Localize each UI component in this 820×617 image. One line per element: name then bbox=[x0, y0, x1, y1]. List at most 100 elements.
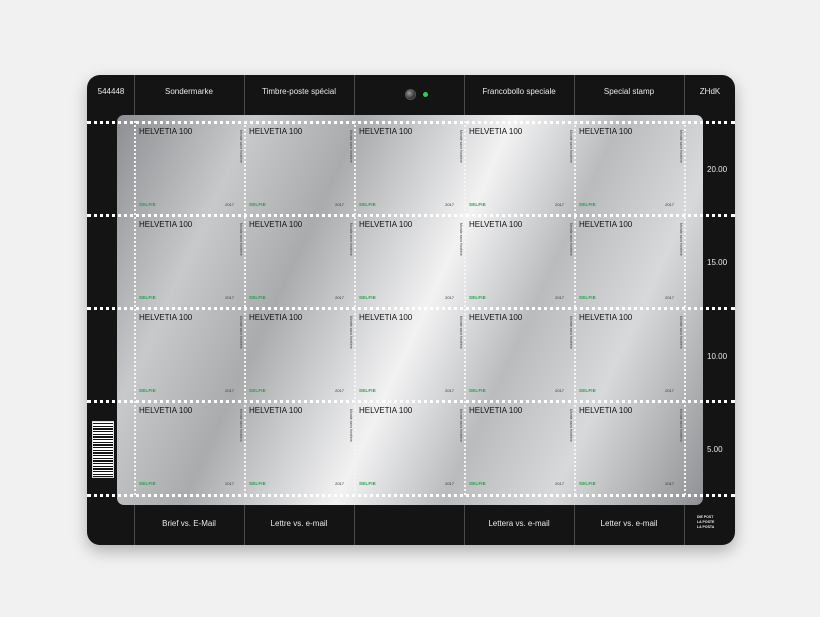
logo-text-it: LA POSTA bbox=[697, 525, 715, 529]
stamp-selfie-label: SELFIE bbox=[139, 481, 156, 486]
stamp-title: HELVETIA 100 bbox=[359, 406, 413, 415]
stamp-year: 2017 bbox=[555, 481, 564, 486]
stamp-title: HELVETIA 100 bbox=[469, 127, 523, 136]
stamp-year: 2017 bbox=[335, 295, 344, 300]
stamp-title: HELVETIA 100 bbox=[359, 127, 413, 136]
stamp-side-text: Monde sans frontière bbox=[349, 223, 353, 256]
stamp-title: HELVETIA 100 bbox=[139, 406, 193, 415]
stamp-side-text: Monde sans frontière bbox=[239, 130, 243, 163]
stamp: HELVETIA 100 Monde sans frontière SELFIE 20… bbox=[465, 215, 574, 307]
stamp-side-text: Monde sans frontière bbox=[459, 316, 463, 349]
stamp-side-text: Monde sans frontière bbox=[569, 223, 573, 256]
stamp-selfie-label: SELFIE bbox=[139, 388, 156, 393]
header-divider bbox=[244, 75, 245, 115]
stamp-year: 2017 bbox=[445, 481, 454, 486]
stamp: HELVETIA 100 Monde sans frontière SELFIE 20… bbox=[245, 308, 354, 400]
stamp-title: HELVETIA 100 bbox=[579, 406, 633, 415]
stamp-year: 2017 bbox=[665, 481, 674, 486]
footer-divider bbox=[244, 505, 245, 545]
stamp-selfie-label: SELFIE bbox=[579, 202, 596, 207]
header-divider bbox=[354, 75, 355, 115]
footer-divider bbox=[574, 505, 575, 545]
stamp: HELVETIA 100 Monde sans frontière SELFIE 20… bbox=[135, 215, 244, 307]
stamp-year: 2017 bbox=[555, 295, 564, 300]
stamp-title: HELVETIA 100 bbox=[249, 127, 303, 136]
stamp-selfie-label: SELFIE bbox=[139, 295, 156, 300]
stamp-selfie-label: SELFIE bbox=[359, 481, 376, 486]
footer-divider bbox=[684, 505, 685, 545]
footer-label-en: Letter vs. e-mail bbox=[600, 519, 658, 528]
stamp-year: 2017 bbox=[225, 388, 234, 393]
stamp: HELVETIA 100 Monde sans frontière SELFIE 20… bbox=[465, 401, 574, 493]
stamp-year: 2017 bbox=[335, 202, 344, 207]
stamp: HELVETIA 100 Monde sans frontière SELFIE 20… bbox=[135, 401, 244, 493]
sheet-serial-number: 544448 bbox=[97, 87, 125, 96]
stamp-year: 2017 bbox=[555, 388, 564, 393]
stamp-year: 2017 bbox=[335, 388, 344, 393]
perforation-row bbox=[87, 494, 735, 497]
stamp-title: HELVETIA 100 bbox=[579, 313, 633, 322]
stamp-side-text: Monde sans frontière bbox=[239, 316, 243, 349]
stamp-year: 2017 bbox=[665, 388, 674, 393]
stamp-selfie-label: SELFIE bbox=[579, 388, 596, 393]
stamp: HELVETIA 100 Monde sans frontière SELFIE 20… bbox=[575, 308, 684, 400]
stamp-side-text: Monde sans frontière bbox=[349, 316, 353, 349]
stamp-side-text: Monde sans frontière bbox=[349, 409, 353, 442]
post-logo: DIE POST LA POSTE LA POSTA bbox=[697, 515, 723, 535]
stamp-title: HELVETIA 100 bbox=[249, 313, 303, 322]
green-led-icon bbox=[423, 92, 428, 97]
stamp-year: 2017 bbox=[445, 295, 454, 300]
stamp-side-text: Monde sans frontière bbox=[459, 223, 463, 256]
stamp-title: HELVETIA 100 bbox=[139, 313, 193, 322]
stamp-side-text: Monde sans frontière bbox=[569, 130, 573, 163]
stamp-side-text: Monde sans frontière bbox=[679, 223, 683, 256]
stamp-title: HELVETIA 100 bbox=[579, 220, 633, 229]
stamp-selfie-label: SELFIE bbox=[249, 481, 266, 486]
header-label-en: Special stamp bbox=[603, 87, 655, 96]
camera-lens-icon bbox=[405, 89, 416, 100]
stamp-year: 2017 bbox=[665, 202, 674, 207]
stamp-side-text: Monde sans frontière bbox=[569, 409, 573, 442]
price-total-row-4: 5.00 bbox=[707, 445, 723, 454]
header-divider bbox=[574, 75, 575, 115]
footer-label-fr: Lettre vs. e-mail bbox=[270, 519, 328, 528]
header-divider bbox=[464, 75, 465, 115]
stamp-year: 2017 bbox=[555, 202, 564, 207]
stamp-title: HELVETIA 100 bbox=[359, 313, 413, 322]
stamp-selfie-label: SELFIE bbox=[469, 388, 486, 393]
stamp-selfie-label: SELFIE bbox=[579, 481, 596, 486]
stamp-side-text: Monde sans frontière bbox=[349, 130, 353, 163]
stamp-selfie-label: SELFIE bbox=[469, 202, 486, 207]
stamp-selfie-label: SELFIE bbox=[469, 481, 486, 486]
stamp-side-text: Monde sans frontière bbox=[459, 409, 463, 442]
price-total-row-1: 20.00 bbox=[707, 165, 728, 174]
stamp-selfie-label: SELFIE bbox=[359, 295, 376, 300]
stamp-year: 2017 bbox=[225, 295, 234, 300]
stamp-year: 2017 bbox=[335, 481, 344, 486]
stamp: HELVETIA 100 Monde sans frontière SELFIE 20… bbox=[465, 308, 574, 400]
stamp: HELVETIA 100 Monde sans frontière SELFIE 20… bbox=[465, 122, 574, 214]
stamp: HELVETIA 100 Monde sans frontière SELFIE 20… bbox=[245, 215, 354, 307]
stamp-title: HELVETIA 100 bbox=[469, 313, 523, 322]
stamp-title: HELVETIA 100 bbox=[359, 220, 413, 229]
stamp: HELVETIA 100 Monde sans frontière SELFIE 20… bbox=[245, 401, 354, 493]
stamp: HELVETIA 100 Monde sans frontière SELFIE 20… bbox=[355, 122, 464, 214]
header-divider bbox=[134, 75, 135, 115]
stamp: HELVETIA 100 Monde sans frontière SELFIE 20… bbox=[355, 401, 464, 493]
stamp: HELVETIA 100 Monde sans frontière SELFIE 20… bbox=[355, 215, 464, 307]
stamp-title: HELVETIA 100 bbox=[579, 127, 633, 136]
barcode-icon bbox=[92, 421, 114, 478]
stamp-selfie-label: SELFIE bbox=[579, 295, 596, 300]
stamp: HELVETIA 100 Monde sans frontière SELFIE 20… bbox=[355, 308, 464, 400]
stamp-selfie-label: SELFIE bbox=[469, 295, 486, 300]
stamp-title: HELVETIA 100 bbox=[249, 406, 303, 415]
stamp-side-text: Monde sans frontière bbox=[679, 316, 683, 349]
stamp-side-text: Monde sans frontière bbox=[459, 130, 463, 163]
stamp-title: HELVETIA 100 bbox=[469, 406, 523, 415]
stamp: HELVETIA 100 Monde sans frontière SELFIE 20… bbox=[575, 122, 684, 214]
stamp-selfie-label: SELFIE bbox=[249, 388, 266, 393]
stamp-selfie-label: SELFIE bbox=[359, 202, 376, 207]
stamp: HELVETIA 100 Monde sans frontière SELFIE 20… bbox=[135, 308, 244, 400]
footer-label-de: Brief vs. E-Mail bbox=[162, 519, 216, 528]
price-total-row-3: 10.00 bbox=[707, 352, 728, 361]
